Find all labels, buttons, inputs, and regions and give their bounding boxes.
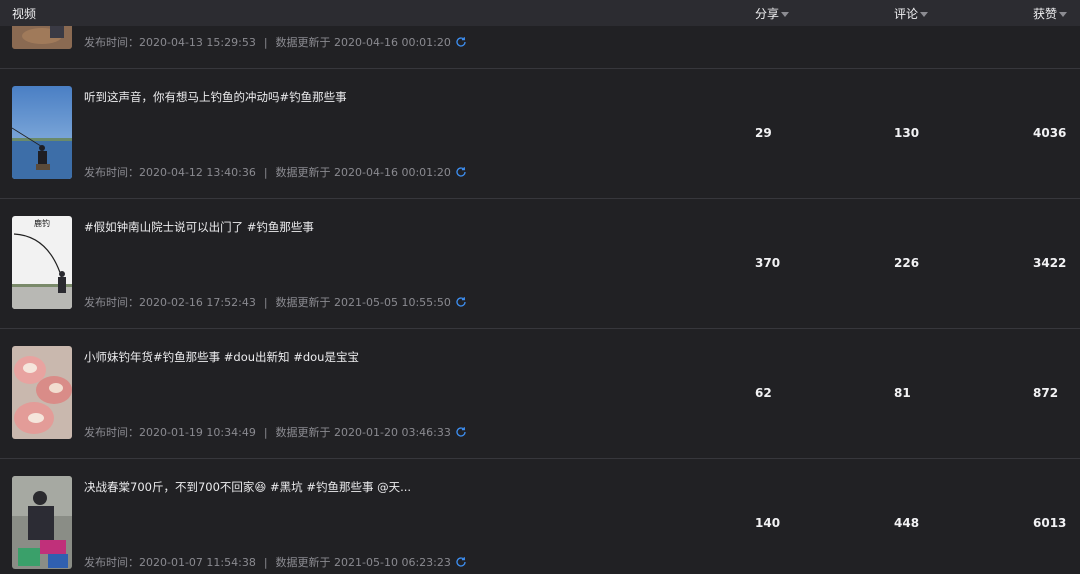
likes-count: 872 [1033, 386, 1059, 400]
video-title[interactable]: 听到这声音，你有想马上钓鱼的冲动吗#钓鱼那些事 [84, 89, 347, 105]
table-row[interactable]: 决战春棠700斤，不到700不回家😆 #黑坑 #钓鱼那些事 @天... 发布时间… [0, 459, 1080, 574]
table-row[interactable]: 听到这声音，你有想马上钓鱼的冲动吗#钓鱼那些事 发布时间：2020-04-12 … [0, 69, 1080, 199]
video-data-page: 视频 分享 评论 获赞 发布时间：2020-04-13 15:29:53 | 数… [0, 0, 1080, 574]
video-thumbnail[interactable] [12, 346, 72, 439]
video-list: 发布时间：2020-04-13 15:29:53 | 数据更新于 2020-04… [0, 0, 1080, 574]
video-meta: 发布时间：2020-04-13 15:29:53 | 数据更新于 2020-04… [84, 34, 467, 50]
video-title[interactable]: 小师妹钓年货#钓鱼那些事 #dou出新知 #dou是宝宝 [84, 349, 359, 365]
update-time: 数据更新于 2020-04-16 00:01:20 [275, 36, 451, 49]
meta-separator: | [263, 425, 268, 439]
update-time: 数据更新于 2021-05-10 06:23:23 [275, 556, 451, 569]
comments-count: 226 [894, 256, 920, 270]
likes-count: 3422 [1033, 256, 1067, 270]
sort-likes[interactable]: 获赞 [1033, 5, 1068, 22]
shares-count: 370 [755, 256, 781, 270]
sort-caret-icon [781, 11, 790, 17]
video-meta: 发布时间：2020-04-12 13:40:36 | 数据更新于 2020-04… [84, 164, 467, 180]
header-comments-label: 评论 [894, 7, 919, 21]
publish-time: 发布时间：2020-01-07 11:54:38 [84, 556, 256, 569]
video-meta: 发布时间：2020-01-19 10:34:49 | 数据更新于 2020-01… [84, 424, 467, 440]
video-meta: 发布时间：2020-01-07 11:54:38 | 数据更新于 2021-05… [84, 554, 467, 570]
sort-shares[interactable]: 分享 [755, 5, 790, 22]
publish-time: 发布时间：2020-02-16 17:52:43 [84, 296, 256, 309]
meta-separator: | [263, 165, 268, 179]
header-shares-label: 分享 [755, 7, 780, 21]
video-title[interactable]: #假如钟南山院士说可以出门了 #钓鱼那些事 [84, 219, 314, 235]
likes-count: 6013 [1033, 516, 1067, 530]
refresh-icon[interactable] [455, 36, 467, 48]
meta-separator: | [263, 295, 268, 309]
publish-time: 发布时间：2020-04-13 15:29:53 [84, 36, 256, 49]
likes-count: 4036 [1033, 126, 1067, 140]
table-header: 视频 分享 评论 获赞 [0, 0, 1080, 26]
header-likes-label: 获赞 [1033, 7, 1058, 21]
meta-separator: | [263, 555, 268, 569]
sort-comments[interactable]: 评论 [894, 5, 929, 22]
video-title[interactable]: 决战春棠700斤，不到700不回家😆 #黑坑 #钓鱼那些事 @天... [84, 479, 411, 495]
update-time: 数据更新于 2020-01-20 03:46:33 [275, 426, 451, 439]
table-row[interactable]: 小师妹钓年货#钓鱼那些事 #dou出新知 #dou是宝宝 发布时间：2020-0… [0, 329, 1080, 459]
refresh-icon[interactable] [455, 296, 467, 308]
thumb-caption: 鹿钓 [34, 218, 50, 228]
update-time: 数据更新于 2020-04-16 00:01:20 [275, 166, 451, 179]
comments-count: 81 [894, 386, 911, 400]
video-meta: 发布时间：2020-02-16 17:52:43 | 数据更新于 2021-05… [84, 294, 467, 310]
video-thumbnail[interactable] [12, 476, 72, 569]
comments-count: 130 [894, 126, 920, 140]
update-time: 数据更新于 2021-05-05 10:55:50 [275, 296, 451, 309]
table-row[interactable]: 鹿钓 #假如钟南山院士说可以出门了 #钓鱼那些事 发布时间：2020-02-16… [0, 199, 1080, 329]
shares-count: 140 [755, 516, 781, 530]
video-thumbnail[interactable] [12, 86, 72, 179]
publish-time: 发布时间：2020-01-19 10:34:49 [84, 426, 256, 439]
refresh-icon[interactable] [455, 166, 467, 178]
publish-time: 发布时间：2020-04-12 13:40:36 [84, 166, 256, 179]
video-thumbnail[interactable]: 鹿钓 [12, 216, 72, 309]
header-video: 视频 [12, 7, 37, 21]
refresh-icon[interactable] [455, 556, 467, 568]
sort-caret-icon [920, 11, 929, 17]
shares-count: 29 [755, 126, 772, 140]
sort-caret-icon [1059, 11, 1068, 17]
comments-count: 448 [894, 516, 920, 530]
meta-separator: | [263, 35, 268, 49]
refresh-icon[interactable] [455, 426, 467, 438]
shares-count: 62 [755, 386, 772, 400]
